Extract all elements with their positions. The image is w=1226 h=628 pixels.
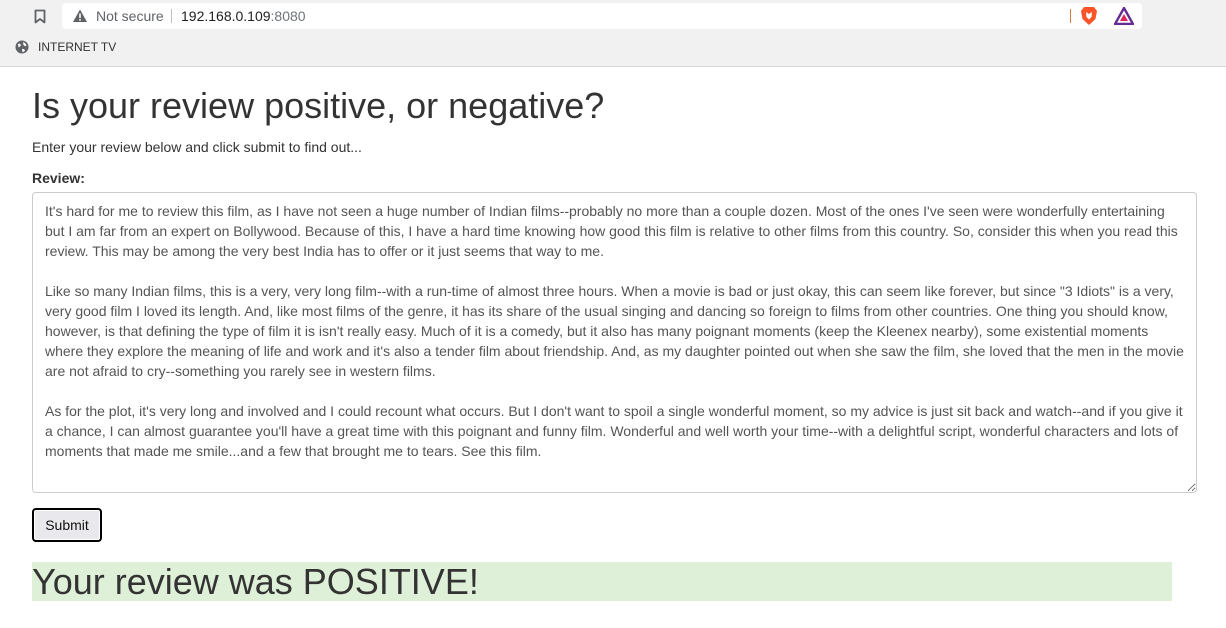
url-host: 192.168.0.109 <box>181 8 271 24</box>
url-text[interactable]: 192.168.0.109:8080 <box>181 8 306 24</box>
submit-button[interactable]: Submit <box>32 508 102 542</box>
browser-chrome: Not secure 192.168.0.109:8080 INTERNET T… <box>0 0 1226 67</box>
brave-shield-icon[interactable] <box>1080 6 1098 26</box>
warning-icon[interactable] <box>72 8 88 24</box>
divider <box>171 9 172 23</box>
page-title: Is your review positive, or negative? <box>32 85 605 126</box>
page-subtitle: Enter your review below and click submit… <box>32 139 362 155</box>
divider <box>1070 9 1071 23</box>
bookmark-internet-tv[interactable]: INTERNET TV <box>38 40 116 54</box>
review-textarea[interactable]: It's hard for me to review this film, as… <box>32 192 1197 493</box>
address-bar[interactable]: Not secure 192.168.0.109:8080 <box>62 3 1142 29</box>
security-status[interactable]: Not secure <box>96 8 164 24</box>
bookmarks-bar: INTERNET TV <box>0 36 300 58</box>
result-banner: Your review was POSITIVE! <box>32 562 1172 601</box>
brave-rewards-icon[interactable] <box>1113 6 1135 26</box>
bookmark-icon[interactable] <box>30 6 50 26</box>
globe-icon <box>15 40 29 54</box>
url-port: :8080 <box>270 8 306 24</box>
review-label: Review: <box>32 170 85 186</box>
